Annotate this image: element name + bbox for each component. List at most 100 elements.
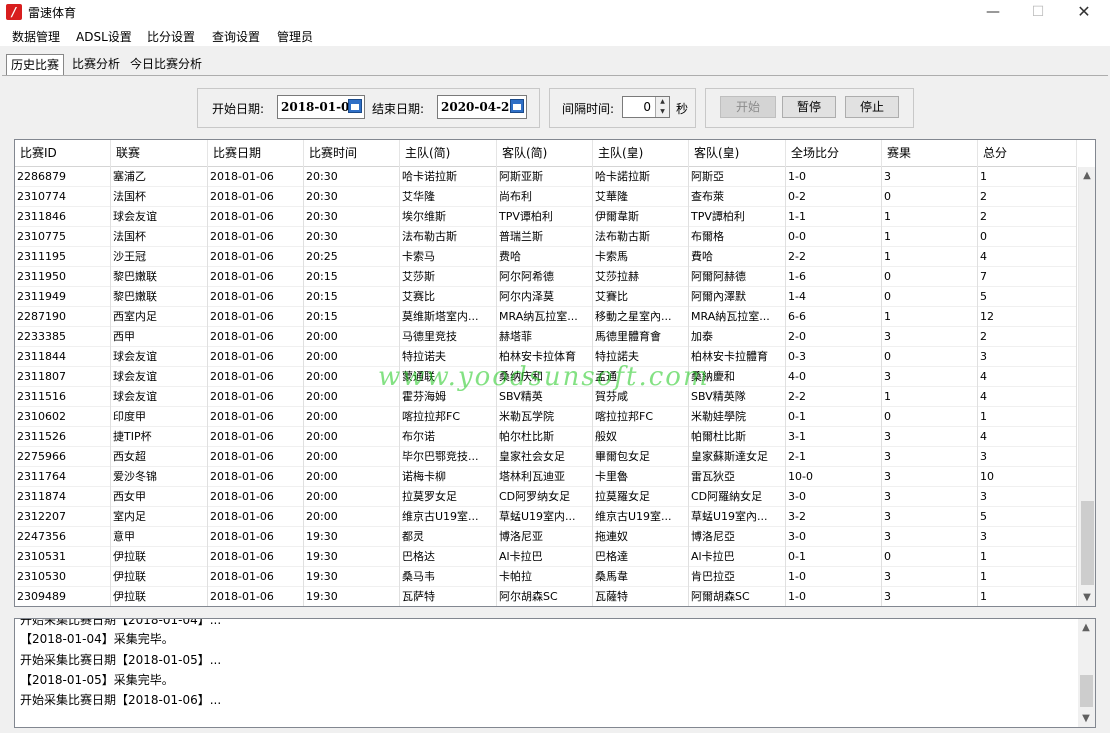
spinner-arrows-icon[interactable]: ▲ ▼	[655, 97, 669, 117]
end-date-picker[interactable]: 2020-04-23	[437, 95, 527, 119]
col-home-simple-cell: 埃尔维斯	[400, 207, 497, 227]
header-col-away-crown[interactable]: 客队(皇)	[689, 140, 786, 167]
col-home-simple-cell: 巴格达	[400, 547, 497, 567]
log-line: 开始采集比赛日期【2018-01-04】...	[20, 618, 222, 627]
table-row[interactable]: 2286879 塞浦乙 2018-01-06 20:30 哈卡诺拉斯 阿斯亚斯 哈卡諾拉斯阿…	[15, 167, 1077, 187]
col-away-crown-cell: 阿爾胡森SC	[689, 587, 786, 606]
col-total-cell: 4	[978, 247, 1077, 267]
col-home-simple-cell: 马德里竞技	[400, 327, 497, 347]
col-home-crown-cell: 伊爾韋斯	[593, 207, 689, 227]
col-league-cell: 球会友谊	[111, 347, 208, 367]
calendar-icon[interactable]	[348, 99, 362, 113]
calendar-icon[interactable]	[510, 99, 524, 113]
header-col-home-simple[interactable]: 主队(简)	[400, 140, 497, 167]
table-row[interactable]: 2311195 沙王冠 2018-01-06 20:25 卡索马 费哈 卡索馬 費哈 2-2 1 4	[15, 247, 1077, 267]
table-row[interactable]: 2311846 球会友谊 2018-01-06 20:30 埃尔维斯 TPV谭柏利 伊爾韋斯…	[15, 207, 1077, 227]
col-total-cell: 10	[978, 467, 1077, 487]
col-total-cell: 5	[978, 507, 1077, 527]
scroll-down-icon[interactable]: ▼	[1078, 710, 1094, 727]
table-row[interactable]: 2247356 意甲 2018-01-06 19:30 都灵 博洛尼亚 拖連奴 博洛尼亞 3-0…	[15, 527, 1077, 547]
log-panel[interactable]: 开始采集比赛日期【2018-01-04】... 【2018-01-04】采集完毕…	[14, 618, 1096, 728]
col-away-simple-cell: 米勒瓦学院	[497, 407, 593, 427]
col-result-cell: 3	[882, 467, 978, 487]
table-row[interactable]: 2310774 法国杯 2018-01-06 20:30 艾华隆 尚布利 艾華隆 查布萊 0-2…	[15, 187, 1077, 207]
tab-history-matches[interactable]: 历史比赛	[6, 54, 65, 76]
col-league-cell: 伊拉联	[111, 587, 208, 606]
header-col-match-id[interactable]: 比赛ID	[15, 140, 111, 167]
col-match-id-cell: 2311764	[15, 467, 111, 487]
pause-button[interactable]: 暂停	[782, 96, 836, 118]
tab-match-analysis[interactable]: 比赛分析	[68, 54, 124, 76]
menu-data-management[interactable]: 数据管理	[12, 28, 60, 45]
table-row[interactable]: 2310602 印度甲 2018-01-06 20:00 喀拉拉邦FC 米勒瓦学院 喀拉拉邦…	[15, 407, 1077, 427]
header-col-home-crown[interactable]: 主队(皇)	[593, 140, 689, 167]
header-col-full-score[interactable]: 全场比分	[786, 140, 882, 167]
table-row[interactable]: 2275966 西女超 2018-01-06 20:00 毕尔巴鄂竞技... 皇家社会女足…	[15, 447, 1077, 467]
table-row[interactable]: 2312207 室内足 2018-01-06 20:00 维京古U19室... 草蜢U19…	[15, 507, 1077, 527]
minimize-button[interactable]: —	[970, 0, 1016, 24]
table-row[interactable]: 2311949 黎巴嫩联 2018-01-06 20:15 艾赛比 阿尔内泽莫 艾賽比 阿爾內…	[15, 287, 1077, 307]
table-row[interactable]: 2311764 爱沙冬锦 2018-01-06 20:00 诺梅卡柳 塔林利瓦迪亚 卡里魯雷…	[15, 467, 1077, 487]
scroll-thumb[interactable]	[1080, 675, 1093, 707]
start-date-picker[interactable]: 2018-01-01	[277, 95, 365, 119]
col-match-time-cell: 20:15	[304, 267, 400, 287]
log-scrollbar[interactable]: ▲ ▼	[1078, 619, 1095, 727]
col-match-time-cell: 20:15	[304, 287, 400, 307]
close-button[interactable]: ✕	[1061, 0, 1107, 24]
header-col-away-simple[interactable]: 客队(简)	[497, 140, 593, 167]
header-col-match-date[interactable]: 比赛日期	[208, 140, 304, 167]
col-total-cell: 0	[978, 227, 1077, 247]
col-home-simple-cell: 桑马韦	[400, 567, 497, 587]
stop-button[interactable]: 停止	[845, 96, 899, 118]
col-match-time-cell: 19:30	[304, 587, 400, 606]
table-row[interactable]: 2311874 西女甲 2018-01-06 20:00 拉莫罗女足 CD阿罗纳女足 拉莫羅…	[15, 487, 1077, 507]
table-row[interactable]: 2311844 球会友谊 2018-01-06 20:00 特拉诺夫 柏林安卡拉体育 特拉諾…	[15, 347, 1077, 367]
col-result-cell: 3	[882, 507, 978, 527]
col-home-crown-cell: 维京古U19室...	[593, 507, 689, 527]
menu-query-settings[interactable]: 查询设置	[212, 28, 260, 45]
table-row[interactable]: 2309489 伊拉联 2018-01-06 19:30 瓦萨特 阿尔胡森SC 瓦薩特 阿爾胡…	[15, 587, 1077, 606]
start-button[interactable]: 开始	[720, 96, 776, 118]
col-home-crown-cell: 卡里魯	[593, 467, 689, 487]
table-row[interactable]: 2311516 球会友谊 2018-01-06 20:00 霍芬海姆 SBV精英 賀芬咸 SB…	[15, 387, 1077, 407]
col-away-simple-cell: 阿尔胡森SC	[497, 587, 593, 606]
col-match-date-cell: 2018-01-06	[208, 167, 304, 187]
table-row[interactable]: 2310775 法国杯 2018-01-06 20:30 法布勒古斯 普瑞兰斯 法布勒古斯布…	[15, 227, 1077, 247]
header-col-league[interactable]: 联赛	[111, 140, 208, 167]
interval-spinner[interactable]: 0 ▲ ▼	[622, 96, 670, 118]
col-total-cell: 1	[978, 167, 1077, 187]
table-scrollbar[interactable]: ▲ ▼	[1078, 167, 1095, 606]
table-row[interactable]: 2310530 伊拉联 2018-01-06 19:30 桑马韦 卡帕拉 桑馬韋 肯巴拉亞 1-…	[15, 567, 1077, 587]
table-row[interactable]: 2310531 伊拉联 2018-01-06 19:30 巴格达 Al卡拉巴 巴格達 Al卡拉…	[15, 547, 1077, 567]
scroll-up-icon[interactable]: ▲	[1078, 619, 1094, 636]
table-row[interactable]: 2311950 黎巴嫩联 2018-01-06 20:15 艾莎斯 阿尔阿希德 艾莎拉赫 阿爾…	[15, 267, 1077, 287]
col-away-simple-cell: TPV谭柏利	[497, 207, 593, 227]
menu-admin[interactable]: 管理员	[277, 28, 313, 45]
end-date-value: 2020-04-23	[441, 100, 518, 114]
header-col-result[interactable]: 赛果	[882, 140, 978, 167]
menu-bar: 数据管理 ADSL设置 比分设置 查询设置 管理员	[0, 24, 1110, 46]
table-row[interactable]: 2233385 西甲 2018-01-06 20:00 马德里竞技 赫塔菲 馬德里體育會 加泰…	[15, 327, 1077, 347]
table-row[interactable]: 2287190 西室内足 2018-01-06 20:15 莫维斯塔室内... MRA纳瓦…	[15, 307, 1077, 327]
col-result-cell: 0	[882, 407, 978, 427]
col-match-id-cell: 2309489	[15, 587, 111, 606]
header-col-total[interactable]: 总分	[978, 140, 1077, 167]
col-league-cell: 西甲	[111, 327, 208, 347]
col-total-cell: 5	[978, 287, 1077, 307]
col-away-crown-cell: 草蜢U19室內...	[689, 507, 786, 527]
matches-table[interactable]: 比赛ID 联赛 比赛日期 比赛时间 主队(简) 客队(简) 主队(皇) 客队(皇) 全场比分 赛果…	[14, 139, 1096, 607]
col-home-simple-cell: 艾赛比	[400, 287, 497, 307]
col-full-score-cell: 10-0	[786, 467, 882, 487]
maximize-button[interactable]: ☐	[1015, 0, 1061, 24]
scroll-thumb[interactable]	[1081, 501, 1094, 585]
table-row[interactable]: 2311526 捷TIP杯 2018-01-06 20:00 布尔诺 帕尔杜比斯 般奴 帕爾杜…	[15, 427, 1077, 447]
scroll-up-icon[interactable]: ▲	[1079, 167, 1095, 184]
header-col-match-time[interactable]: 比赛时间	[304, 140, 400, 167]
col-result-cell: 0	[882, 187, 978, 207]
menu-adsl-settings[interactable]: ADSL设置	[76, 28, 132, 45]
scroll-down-icon[interactable]: ▼	[1079, 589, 1095, 606]
table-row[interactable]: 2311807 球会友谊 2018-01-06 20:00 蒙通联 桑纳庆和 孟通 桑納慶和 4…	[15, 367, 1077, 387]
tab-today-analysis[interactable]: 今日比赛分析	[126, 54, 206, 76]
menu-score-settings[interactable]: 比分设置	[147, 28, 195, 45]
col-away-crown-cell: TPV譚柏利	[689, 207, 786, 227]
